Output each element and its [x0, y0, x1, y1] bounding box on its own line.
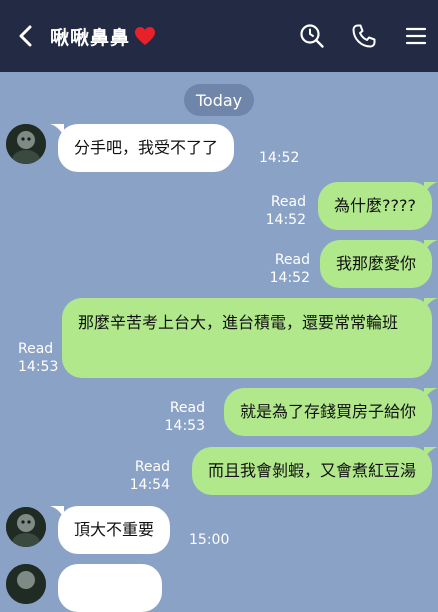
- message-bubble-outgoing[interactable]: 就是為了存錢買房子給你: [223, 388, 432, 436]
- contact-avatar[interactable]: [6, 507, 46, 547]
- message-bubble-incoming[interactable]: 頂大不重要: [58, 506, 171, 554]
- call-button[interactable]: [348, 20, 380, 52]
- message-time: 14:52: [259, 150, 300, 166]
- search-icon: [300, 24, 324, 48]
- bubble-tail: [424, 447, 438, 459]
- contact-avatar[interactable]: [6, 564, 46, 604]
- contact-avatar[interactable]: [6, 124, 46, 164]
- message-bubble-outgoing[interactable]: 我那麼愛你: [319, 240, 432, 288]
- bubble-tail: [424, 182, 438, 194]
- message-bubble-outgoing[interactable]: 那麼辛苦考上台大，進台積電，還要常常輪班: [62, 298, 432, 378]
- hamburger-menu-icon: [405, 27, 427, 45]
- message-bubble-incoming[interactable]: 分手吧，我受不了了: [58, 124, 235, 172]
- chat-header: 啾啾鼻鼻: [0, 0, 438, 72]
- date-divider: Today: [184, 84, 254, 116]
- read-receipt: Read 14:52: [265, 194, 306, 228]
- phone-icon: [352, 24, 376, 48]
- search-button[interactable]: [296, 20, 328, 52]
- back-button[interactable]: [12, 20, 40, 52]
- read-receipt: Read 14:53: [18, 341, 59, 375]
- contact-name: 啾啾鼻鼻: [50, 26, 131, 49]
- message-time: 15:00: [189, 532, 230, 548]
- menu-button[interactable]: [400, 20, 432, 52]
- message-bubble-outgoing[interactable]: 為什麼????: [318, 182, 432, 230]
- read-receipt: Read 14:53: [164, 400, 205, 434]
- heart-icon: [134, 26, 156, 46]
- chevron-left-icon: [19, 25, 32, 47]
- read-receipt: Read 14:52: [269, 252, 310, 286]
- bubble-tail: [424, 240, 438, 252]
- message-bubble-outgoing[interactable]: 而且我會剝蝦，又會煮紅豆湯: [191, 447, 432, 495]
- chat-title[interactable]: 啾啾鼻鼻: [50, 20, 156, 52]
- read-receipt: Read 14:54: [129, 459, 170, 493]
- bubble-tail: [424, 388, 438, 400]
- message-bubble-incoming[interactable]: [58, 564, 162, 612]
- bubble-tail: [424, 298, 438, 310]
